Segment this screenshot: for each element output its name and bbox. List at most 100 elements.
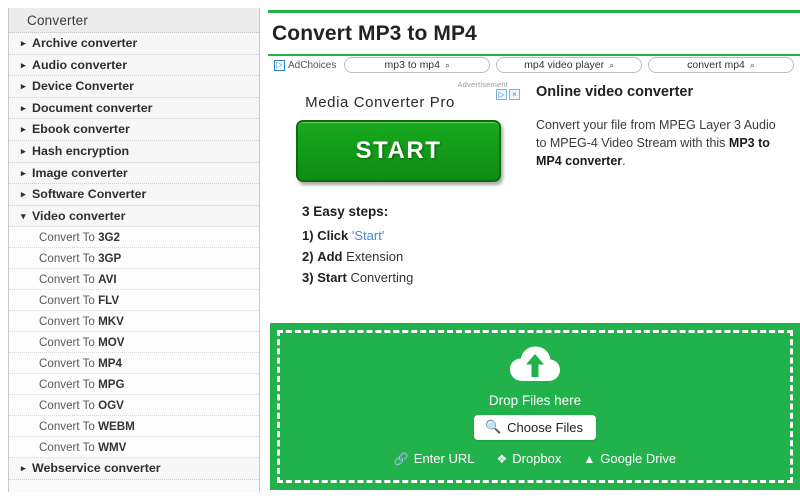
search-icon: ⌕ xyxy=(445,59,451,70)
ad-keyword-pill[interactable]: mp4 video player ⌕ xyxy=(496,57,643,73)
ad-keyword-pills: mp3 to mp4 ⌕ mp4 video player ⌕ convert mp4 ⌕ xyxy=(344,57,800,73)
sidebar-subitem-prefix: Convert To xyxy=(39,441,99,455)
sidebar-subitem-prefix: Convert To xyxy=(39,273,99,287)
sidebar-item-label: Ebook converter xyxy=(32,122,130,137)
dropzone-link-label: Enter URL xyxy=(413,451,475,466)
sidebar-subitem-prefix: Convert To xyxy=(39,252,99,266)
chevron-right-icon: ▸ xyxy=(21,102,26,113)
sidebar-item-image-converter[interactable]: ▸ Image converter xyxy=(9,162,259,185)
advertisement-block: Advertisement ▷ × Media Converter Pro ST… xyxy=(274,80,522,195)
sidebar-item-software-converter[interactable]: ▸ Software Converter xyxy=(9,184,259,206)
sidebar-subitem-convert-to-mov[interactable]: Convert To MOV xyxy=(9,332,259,354)
sidebar-subitem-format: MPG xyxy=(98,378,125,392)
sidebar-subitem-convert-to-mp4[interactable]: Convert To MP4 xyxy=(9,353,259,375)
easy-step-number: 3) xyxy=(302,270,314,285)
main-content: Convert MP3 to MP4 ▷ AdChoices mp3 to mp… xyxy=(268,0,800,500)
description-text-part2: . xyxy=(622,154,626,168)
sidebar-subitem-prefix: Convert To xyxy=(39,399,99,413)
chevron-right-icon: ▸ xyxy=(21,167,26,178)
sidebar-subitem-format: MOV xyxy=(98,336,125,350)
link-icon: 🔗 xyxy=(393,451,409,466)
chevron-right-icon: ▸ xyxy=(21,124,26,135)
dropzone-link-enter-url[interactable]: 🔗 Enter URL xyxy=(394,451,475,466)
sidebar-subitem-format: WMV xyxy=(98,441,127,455)
dropbox-icon: ❖ xyxy=(496,451,508,466)
sidebar-item-label: Document converter xyxy=(32,100,153,115)
chevron-right-icon: ▸ xyxy=(21,38,26,48)
adchoices-label-group[interactable]: ▷ AdChoices xyxy=(268,59,337,71)
chevron-right-icon: ▸ xyxy=(21,189,26,200)
sidebar-subitem-prefix: Convert To xyxy=(39,231,99,245)
sidebar-item-audio-converter[interactable]: ▸ Audio converter xyxy=(9,54,259,77)
sidebar-subitem-format: 3GP xyxy=(98,252,122,266)
ad-start-button[interactable]: START xyxy=(296,120,501,182)
sidebar-subitem-convert-to-wmv[interactable]: Convert To WMV xyxy=(9,437,259,459)
sidebar-subitem-convert-to-mkv[interactable]: Convert To MKV xyxy=(9,311,259,333)
dropzone-link-google-drive[interactable]: ▲ Google Drive xyxy=(583,451,676,466)
easy-step-keyword: Click xyxy=(317,228,349,243)
sidebar-subitem-convert-to-mpg[interactable]: Convert To MPG xyxy=(9,374,259,396)
easy-step-text: Extension xyxy=(346,249,404,264)
ad-close-icon[interactable]: × xyxy=(509,89,520,100)
ad-title: Media Converter Pro xyxy=(305,94,455,111)
sidebar-subitem-convert-to-webm[interactable]: Convert To WEBM xyxy=(9,416,259,438)
ad-keyword-text: mp4 video player xyxy=(524,59,605,71)
sidebar-item-device-converter[interactable]: ▸ Device Converter xyxy=(9,76,259,98)
sidebar-header: Converter xyxy=(9,8,259,33)
description-title: Online video converter xyxy=(536,84,694,100)
cloud-upload-icon xyxy=(509,346,561,388)
sidebar-item-ebook-converter[interactable]: ▸ Ebook converter xyxy=(9,119,259,141)
sidebar-item-webservice-converter[interactable]: ▸ Webservice converter xyxy=(9,458,259,480)
easy-step-text: Converting xyxy=(350,270,414,285)
dropzone-link-label: Google Drive xyxy=(600,451,677,466)
search-icon: ⌕ xyxy=(749,59,755,70)
sidebar-item-archive-converter[interactable]: ▸ Archive converter xyxy=(9,33,259,55)
dropzone-link-label: Dropbox xyxy=(512,451,562,466)
sidebar-item-video-converter[interactable]: ▾ Video converter xyxy=(9,205,259,228)
adchoices-text: AdChoices xyxy=(288,59,337,71)
ad-keyword-pill[interactable]: convert mp4 ⌕ xyxy=(648,57,794,73)
sidebar-subitem-prefix: Convert To xyxy=(39,378,99,392)
sidebar-subitem-format: AVI xyxy=(98,273,117,287)
sidebar-item-document-converter[interactable]: ▸ Document converter xyxy=(9,97,259,120)
ad-keyword-text: convert mp4 xyxy=(687,59,745,71)
sidebar-subitem-convert-to-avi[interactable]: Convert To AVI xyxy=(9,269,259,291)
ad-info-icon[interactable]: ▷ xyxy=(496,89,507,100)
chevron-down-icon: ▾ xyxy=(21,210,26,221)
easy-steps-list: 1) Click 'Start' 2) Add Extension 3) Start… xyxy=(302,228,532,285)
sidebar-subitem-format: FLV xyxy=(98,294,120,308)
sidebar-item-label: Device Converter xyxy=(32,79,134,94)
chevron-right-icon: ▸ xyxy=(21,145,26,156)
file-dropzone[interactable]: Drop Files here 🔍 Choose Files 🔗 Enter UR… xyxy=(270,323,800,490)
sidebar-subitem-format: MKV xyxy=(98,315,124,329)
sidebar-subitem-convert-to-ogv[interactable]: Convert To OGV xyxy=(9,395,259,417)
sidebar-subitem-convert-to-3g2[interactable]: Convert To 3G2 xyxy=(9,227,259,249)
sidebar-subitem-convert-to-flv[interactable]: Convert To FLV xyxy=(9,290,259,312)
page-title: Convert MP3 to MP4 xyxy=(272,22,477,45)
dropzone-link-dropbox[interactable]: ❖ Dropbox xyxy=(496,451,561,466)
chevron-right-icon: ▸ xyxy=(21,59,26,70)
dropzone-label: Drop Files here xyxy=(488,393,582,408)
sidebar-subitem-convert-to-3gp[interactable]: Convert To 3GP xyxy=(9,248,259,270)
easy-step-number: 1) xyxy=(302,228,314,243)
choose-files-button[interactable]: 🔍 Choose Files xyxy=(473,415,597,440)
sidebar-video-subitem-list: Convert To 3G2 Convert To 3GP Convert To A… xyxy=(9,227,259,459)
sidebar-item-label: Webservice converter xyxy=(32,461,161,476)
ad-keyword-pill[interactable]: mp3 to mp4 ⌕ xyxy=(344,57,491,73)
sidebar: Converter ▸ Archive converter ▸ Audio conve… xyxy=(8,8,260,492)
easy-steps-section: 3 Easy steps: 1) Click 'Start' 2) Add Ext… xyxy=(302,204,532,291)
sidebar-item-label: Image converter xyxy=(32,165,128,180)
sidebar-item-label: Hash encryption xyxy=(32,143,130,158)
easy-steps-title: 3 Easy steps: xyxy=(302,204,389,219)
description-body: Convert your file from MPEG Layer 3 Audi… xyxy=(536,116,786,170)
easy-step-link[interactable]: 'Start' xyxy=(352,228,384,243)
easy-step-item: 2) Add Extension xyxy=(302,249,532,264)
sidebar-item-label: Audio converter xyxy=(32,57,128,72)
sidebar-item-label: Archive converter xyxy=(32,36,138,50)
adchoices-triangle-icon: ▷ xyxy=(274,59,285,71)
ad-badge-group[interactable]: ▷ × xyxy=(496,89,520,100)
dropzone-source-links: 🔗 Enter URL ❖ Dropbox ▲ Google Drive xyxy=(394,451,676,466)
adsense-search-strip: ▷ AdChoices mp3 to mp4 ⌕ mp4 video player ⌕… xyxy=(268,56,800,74)
choose-files-label: Choose Files xyxy=(507,419,584,435)
sidebar-item-hash-encryption[interactable]: ▸ Hash encryption xyxy=(9,140,259,163)
